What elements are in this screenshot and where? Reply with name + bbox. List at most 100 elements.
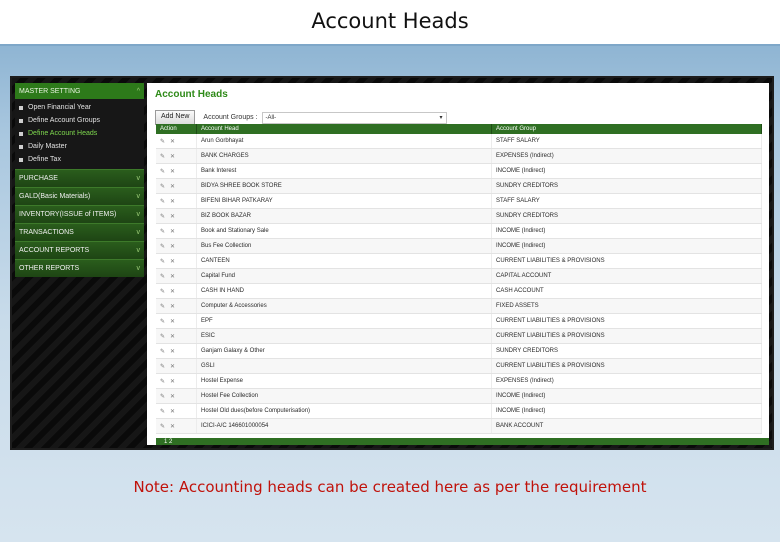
delete-icon[interactable]: ✕ (170, 408, 177, 415)
account-group-cell: INCOME (Indirect) (491, 223, 762, 239)
sidebar-section[interactable]: PURCHASE v (15, 169, 144, 187)
action-cell: ✎ ✕ (156, 328, 197, 344)
sidebar-section-label: ACCOUNT REPORTS (19, 247, 90, 254)
account-group-cell: CURRENT LIABILITIES & PROVISIONS (491, 358, 762, 374)
slide-body: MASTER SETTING ^ Open Financial Year Defi… (0, 44, 780, 542)
sidebar-item-label: Define Tax (28, 156, 61, 163)
sidebar-item[interactable]: Define Account Heads (15, 127, 144, 140)
add-new-button[interactable]: Add New (155, 110, 196, 125)
table-row: ✎ ✕ Computer & Accessories FIXED ASSETS (156, 298, 762, 314)
action-cell: ✎ ✕ (156, 178, 197, 194)
sidebar-section[interactable]: TRANSACTIONS v (15, 223, 144, 241)
account-head-cell: Hostel Old dues(before Computerisation) (196, 403, 492, 419)
delete-icon[interactable]: ✕ (170, 138, 177, 145)
account-head-cell: Ganjam Galaxy & Other (196, 343, 492, 359)
table-row: ✎ ✕ BIZ BOOK BAZAR SUNDRY CREDITORS (156, 208, 762, 224)
sidebar-section-label: GALD(Basic Materials) (19, 193, 91, 200)
pencil-icon[interactable]: ✎ (160, 138, 167, 145)
delete-icon[interactable]: ✕ (170, 153, 177, 160)
action-cell: ✎ ✕ (156, 298, 197, 314)
pencil-icon[interactable]: ✎ (160, 153, 167, 160)
pencil-icon[interactable]: ✎ (160, 393, 167, 400)
sidebar-section[interactable]: OTHER REPORTS v (15, 259, 144, 277)
pencil-icon[interactable]: ✎ (160, 318, 167, 325)
sidebar: MASTER SETTING ^ Open Financial Year Defi… (15, 83, 144, 277)
account-heads-table: Action Account Head Account Group ✎ ✕ Arun… (156, 124, 762, 434)
pencil-icon[interactable]: ✎ (160, 363, 167, 370)
delete-icon[interactable]: ✕ (170, 318, 177, 325)
column-header-action[interactable]: Action (156, 124, 197, 134)
table-body: ✎ ✕ Arun Gorbhayat STAFF SALARY ✎ ✕ BANK CHARG… (156, 134, 762, 434)
pencil-icon[interactable]: ✎ (160, 378, 167, 385)
sidebar-section[interactable]: ACCOUNT REPORTS v (15, 241, 144, 259)
delete-icon[interactable]: ✕ (170, 303, 177, 310)
action-cell: ✎ ✕ (156, 193, 197, 209)
pencil-icon[interactable]: ✎ (160, 243, 167, 250)
delete-icon[interactable]: ✕ (170, 213, 177, 220)
account-group-cell: INCOME (Indirect) (491, 388, 762, 404)
pencil-icon[interactable]: ✎ (160, 408, 167, 415)
action-cell: ✎ ✕ (156, 148, 197, 164)
delete-icon[interactable]: ✕ (170, 333, 177, 340)
delete-icon[interactable]: ✕ (170, 288, 177, 295)
delete-icon[interactable]: ✕ (170, 378, 177, 385)
column-header-account-group[interactable]: Account Group (491, 124, 762, 134)
account-head-cell: ICICI-A/C 146601000054 (196, 418, 492, 434)
pencil-icon[interactable]: ✎ (160, 348, 167, 355)
pencil-icon[interactable]: ✎ (160, 228, 167, 235)
bullet-icon (19, 131, 23, 136)
page-title: Account Heads (155, 89, 228, 100)
table-row: ✎ ✕ GSLI CURRENT LIABILITIES & PROVISIONS (156, 358, 762, 374)
action-cell: ✎ ✕ (156, 283, 197, 299)
delete-icon[interactable]: ✕ (170, 393, 177, 400)
table-row: ✎ ✕ Book and Stationary Sale INCOME (Indire… (156, 223, 762, 239)
sidebar-item[interactable]: Define Tax (15, 153, 144, 166)
account-groups-select[interactable]: -All- ▾ (261, 111, 447, 124)
table-row: ✎ ✕ Ganjam Galaxy & Other SUNDRY CREDITORS (156, 343, 762, 359)
pencil-icon[interactable]: ✎ (160, 333, 167, 340)
pencil-icon[interactable]: ✎ (160, 288, 167, 295)
sidebar-item[interactable]: Define Account Groups (15, 114, 144, 127)
sidebar-section[interactable]: GALD(Basic Materials) v (15, 187, 144, 205)
toolbar: Add New Account Groups : -All- ▾ (155, 110, 447, 125)
delete-icon[interactable]: ✕ (170, 183, 177, 190)
sidebar-header-master-setting[interactable]: MASTER SETTING ^ (15, 83, 144, 99)
delete-icon[interactable]: ✕ (170, 348, 177, 355)
bullet-icon (19, 118, 23, 123)
delete-icon[interactable]: ✕ (170, 273, 177, 280)
account-head-cell: BIDYA SHREE BOOK STORE (196, 178, 492, 194)
delete-icon[interactable]: ✕ (170, 228, 177, 235)
delete-icon[interactable]: ✕ (170, 258, 177, 265)
pencil-icon[interactable]: ✎ (160, 423, 167, 430)
sidebar-section[interactable]: INVENTORY(ISSUE of ITEMS) v (15, 205, 144, 223)
pencil-icon[interactable]: ✎ (160, 213, 167, 220)
pencil-icon[interactable]: ✎ (160, 258, 167, 265)
slide-title: Account Heads (0, 0, 780, 44)
table-row: ✎ ✕ Hostel Old dues(before Computerisation… (156, 403, 762, 419)
delete-icon[interactable]: ✕ (170, 423, 177, 430)
sidebar-item[interactable]: Open Financial Year (15, 101, 144, 114)
pencil-icon[interactable]: ✎ (160, 198, 167, 205)
column-header-account-head[interactable]: Account Head (196, 124, 492, 134)
table-row: ✎ ✕ ESIC CURRENT LIABILITIES & PROVISIONS (156, 328, 762, 344)
action-cell: ✎ ✕ (156, 343, 197, 359)
table-row: ✎ ✕ Hostel Expense EXPENSES (Indirect) (156, 373, 762, 389)
pencil-icon[interactable]: ✎ (160, 183, 167, 190)
sidebar-item-label: Daily Master (28, 143, 67, 150)
account-group-cell: FIXED ASSETS (491, 298, 762, 314)
sidebar-item[interactable]: Daily Master (15, 140, 144, 153)
pencil-icon[interactable]: ✎ (160, 303, 167, 310)
action-cell: ✎ ✕ (156, 358, 197, 374)
delete-icon[interactable]: ✕ (170, 363, 177, 370)
delete-icon[interactable]: ✕ (170, 198, 177, 205)
delete-icon[interactable]: ✕ (170, 243, 177, 250)
pencil-icon[interactable]: ✎ (160, 168, 167, 175)
delete-icon[interactable]: ✕ (170, 168, 177, 175)
pencil-icon[interactable]: ✎ (160, 273, 167, 280)
account-group-cell: BANK ACCOUNT (491, 418, 762, 434)
account-group-cell: EXPENSES (Indirect) (491, 373, 762, 389)
account-head-cell: Arun Gorbhayat (196, 134, 492, 149)
table-row: ✎ ✕ BANK CHARGES EXPENSES (Indirect) (156, 148, 762, 164)
account-head-cell: Book and Stationary Sale (196, 223, 492, 239)
pager[interactable]: 1 2 (156, 438, 769, 445)
